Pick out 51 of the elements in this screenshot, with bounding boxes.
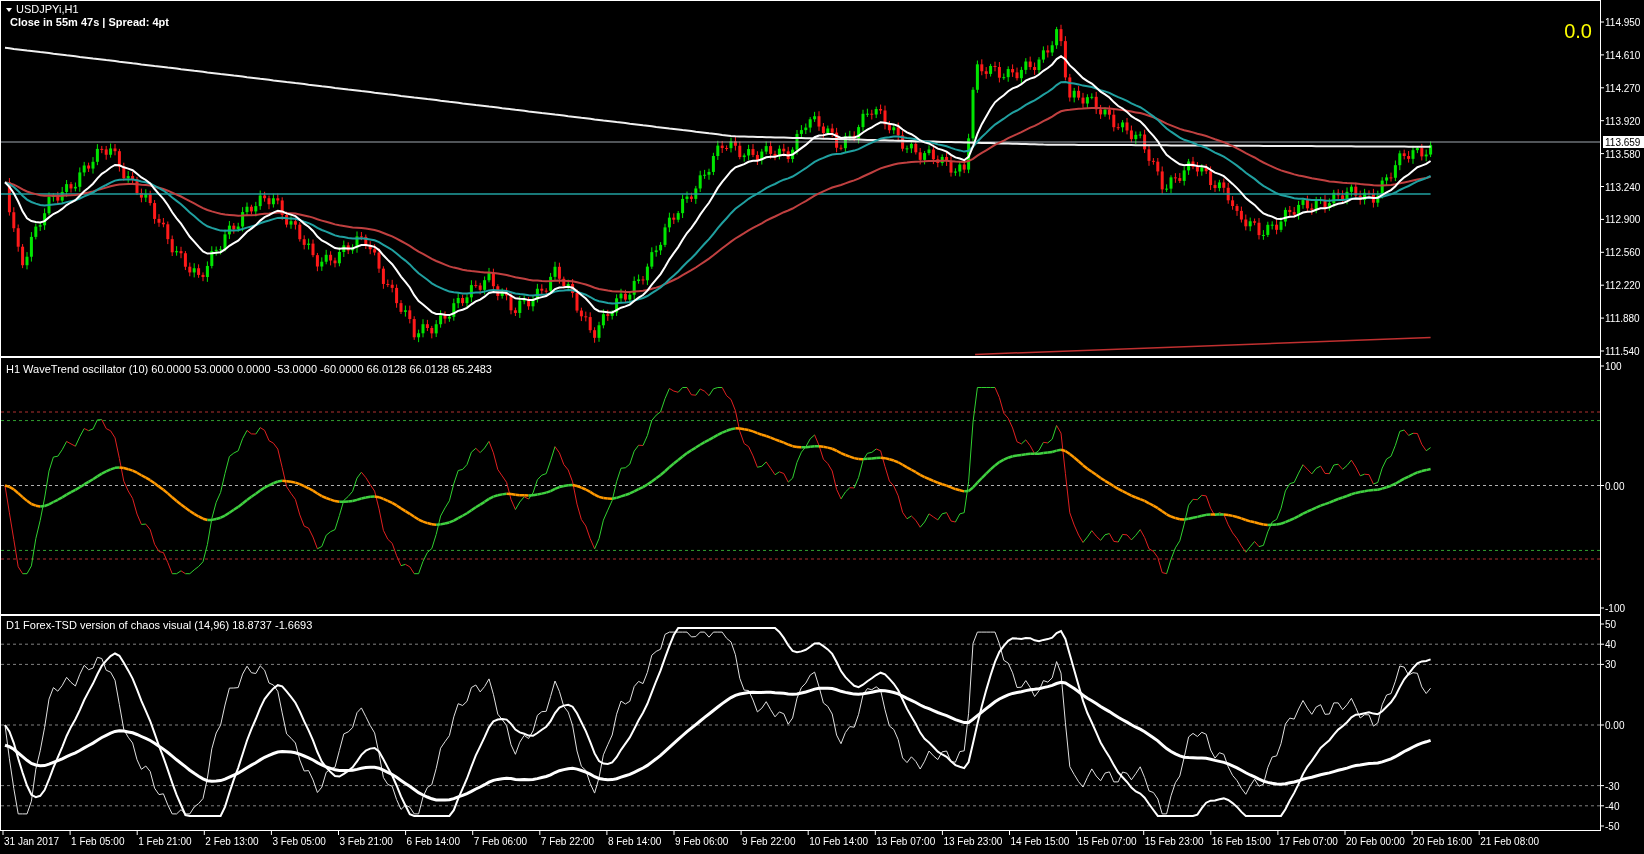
price-label: 112.220 — [1605, 280, 1641, 292]
price-label: 114.270 — [1605, 82, 1641, 94]
axis-label: 0.00 — [1605, 480, 1625, 492]
time-label: 9 Feb 06:00 — [675, 836, 729, 847]
time-label: 17 Feb 07:00 — [1278, 836, 1338, 847]
axis-label: 50 — [1605, 619, 1617, 630]
corner-value: 0.0 — [1564, 20, 1592, 42]
time-label: 15 Feb 07:00 — [1077, 836, 1137, 847]
price-label: 113.580 — [1605, 148, 1641, 160]
price-label: 114.950 — [1605, 17, 1641, 28]
time-label: 9 Feb 22:00 — [742, 836, 796, 847]
time-label: 10 Feb 14:00 — [809, 836, 869, 847]
time-label: 31 Jan 2017 — [4, 836, 60, 847]
time-label: 15 Feb 23:00 — [1144, 836, 1204, 847]
collapse-triangle-icon[interactable] — [6, 8, 12, 12]
price-label: 111.880 — [1605, 313, 1640, 325]
time-label: 21 Feb 08:00 — [1480, 836, 1540, 847]
price-label: 114.610 — [1605, 49, 1641, 61]
time-label: 16 Feb 15:00 — [1211, 836, 1271, 847]
indicator-title: H1 WaveTrend oscillator (10) 60.0000 53.0000 0.0000 -53.0000 -60.0000 66.0128 66.0128 65.2483 — [6, 363, 492, 375]
indicator-title: D1 Forex-TSD version of chaos visual (14,96) 18.8737 -1.6693 — [6, 619, 313, 631]
current-price-tag: 113.659 — [1603, 136, 1644, 148]
time-label: 20 Feb 16:00 — [1413, 836, 1473, 847]
time-label: 1 Feb 05:00 — [71, 836, 125, 847]
price-label: 113.920 — [1605, 115, 1641, 127]
time-label: 3 Feb 21:00 — [339, 836, 393, 847]
time-label: 14 Feb 15:00 — [1010, 836, 1070, 847]
axis-label: 100 — [1605, 361, 1622, 372]
time-label: 8 Feb 14:00 — [607, 836, 662, 847]
axis-label: 30 — [1605, 659, 1617, 671]
time-label: 1 Feb 21:00 — [138, 836, 192, 847]
time-label: 20 Feb 00:00 — [1346, 836, 1405, 847]
axis-label: -30 — [1605, 780, 1620, 792]
time-label: 13 Feb 07:00 — [876, 836, 936, 847]
axis-label: -40 — [1605, 800, 1620, 812]
time-label: 13 Feb 23:00 — [943, 836, 1003, 847]
axis-label: 40 — [1605, 639, 1617, 651]
price-label: 112.560 — [1605, 247, 1641, 259]
time-label: 7 Feb 22:00 — [540, 836, 595, 847]
time-label: 3 Feb 05:00 — [272, 836, 326, 847]
chart-info: Close in 55m 47s | Spread: 4pt — [10, 16, 169, 28]
axis-label: 0.00 — [1605, 720, 1625, 731]
time-label: 6 Feb 14:00 — [406, 836, 460, 847]
axis-label: -100 — [1605, 603, 1625, 614]
axis-label: -50 — [1605, 821, 1620, 831]
price-label: 111.540 — [1605, 346, 1640, 357]
price-label: 112.900 — [1605, 214, 1641, 226]
chart-symbol: USDJPYi,H1 — [16, 3, 79, 15]
time-label: 2 Feb 13:00 — [205, 836, 259, 847]
time-label: 7 Feb 06:00 — [473, 836, 528, 847]
price-label: 113.240 — [1605, 181, 1641, 193]
